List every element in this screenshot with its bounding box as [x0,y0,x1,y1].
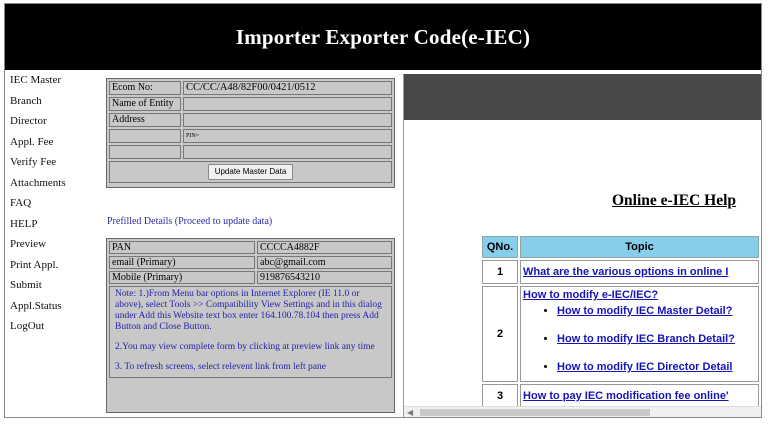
address-spacer-cell [109,145,181,159]
email-label: email (Primary) [109,256,255,269]
prefilled-details-link[interactable]: Prefilled Details (Proceed to update dat… [107,216,272,227]
sidebar-item-logout[interactable]: LogOut [5,316,101,337]
address-spacer-cell [109,129,181,143]
list-item: How to modify IEC Director Detail [557,361,757,373]
list-item: How to modify IEC Master Detail? [557,305,757,317]
sidebar-item-faq[interactable]: FAQ [5,193,101,214]
horizontal-scrollbar[interactable]: ◀ [404,406,761,417]
sidebar-nav: IEC Master Branch Director Appl. Fee Ver… [5,70,101,417]
scroll-left-icon[interactable]: ◀ [407,408,413,417]
table-row: email (Primary) abc@gmail.com [109,256,392,269]
sidebar-item-iec-master[interactable]: IEC Master [5,70,101,91]
row-number: 2 [482,286,519,382]
ecom-value: CC/CC/A48/82F00/0421/0512 [183,81,392,95]
table-header-row: QNo. Topic [482,236,759,258]
notes-cell: Note: 1.)From Menu bar options in Intern… [109,286,392,378]
table-row: Ecom No: CC/CC/A48/82F00/0421/0512 [109,81,392,95]
mobile-label: Mobile (Primary) [109,271,255,284]
page-title: Importer Exporter Code(e-IEC) [235,24,531,49]
sidebar-item-appl-status[interactable]: Appl.Status [5,296,101,317]
email-value: abc@gmail.com [257,256,392,269]
address-label: Address [109,113,181,127]
mobile-value: 919876543210 [257,271,392,284]
table-row: 2 How to modify e-IEC/IEC? How to modify… [482,286,759,382]
row-number: 1 [482,260,519,284]
details-panel: PAN CCCCA4882F email (Primary) abc@gmail… [106,238,395,413]
help-topic-link[interactable]: What are the various options in online I [523,266,728,278]
subtopic-list: How to modify IEC Master Detail? How to … [523,305,757,373]
table-row: 3 How to pay IEC modification fee online… [482,384,759,408]
col-topic: Topic [520,236,759,258]
table-row: Update Master Data [109,161,392,183]
sidebar-item-help[interactable]: HELP [5,214,101,235]
pin-value: PIN= [183,129,392,143]
sidebar-item-director[interactable]: Director [5,111,101,132]
table-row: Name of Entity [109,97,392,111]
list-item: How to modify IEC Branch Detail? [557,333,757,345]
table-row [109,145,392,159]
scrollbar-thumb[interactable] [420,409,650,416]
sidebar-item-attachments[interactable]: Attachments [5,173,101,194]
note-1: Note: 1.)From Menu bar options in Intern… [115,289,382,332]
master-data-table: Ecom No: CC/CC/A48/82F00/0421/0512 Name … [107,79,394,185]
row-number: 3 [482,384,519,408]
subtopic-link[interactable]: How to modify IEC Branch Detail? [557,333,735,345]
ecom-label: Ecom No: [109,81,181,95]
table-row: Note: 1.)From Menu bar options in Intern… [109,286,392,378]
table-row: PAN CCCCA4882F [109,241,392,254]
table-row: Mobile (Primary) 919876543210 [109,271,392,284]
sidebar-item-verify-fee[interactable]: Verify Fee [5,152,101,173]
help-table: QNo. Topic 1 What are the various option… [480,234,761,410]
topic-cell: How to pay IEC modification fee online' [520,384,759,408]
sidebar-item-preview[interactable]: Preview [5,234,101,255]
sidebar-item-appl-fee[interactable]: Appl. Fee [5,132,101,153]
note-3: 3. To refresh screens, select relevent l… [115,362,326,372]
help-topic-link[interactable]: How to pay IEC modification fee online' [523,390,729,402]
subtopic-link[interactable]: How to modify IEC Director Detail [557,361,732,373]
table-row: Address [109,113,392,127]
table-row: PIN= [109,129,392,143]
sidebar-item-print-appl[interactable]: Print Appl. [5,255,101,276]
topic-cell: What are the various options in online I [520,260,759,284]
subtopic-link[interactable]: How to modify IEC Master Detail? [557,305,732,317]
pan-label: PAN [109,241,255,254]
master-data-panel: Ecom No: CC/CC/A48/82F00/0421/0512 Name … [106,78,395,188]
details-table: PAN CCCCA4882F email (Primary) abc@gmail… [107,239,394,380]
entity-label: Name of Entity [109,97,181,111]
page-header: Importer Exporter Code(e-IEC) [5,4,761,70]
sidebar-item-submit[interactable]: Submit [5,275,101,296]
entity-value [183,97,392,111]
help-top-bar [404,74,761,120]
note-2: 2.You may view complete form by clicking… [115,342,375,352]
help-frame: Online e-IEC Help QNo. Topic 1 What are … [403,74,761,417]
pan-value: CCCCA4882F [257,241,392,254]
update-button-cell: Update Master Data [109,161,392,183]
browser-frame: Importer Exporter Code(e-IEC) IEC Master… [4,3,762,418]
help-title: Online e-IEC Help [612,192,737,209]
address-line-1 [183,113,392,127]
sidebar-item-branch[interactable]: Branch [5,91,101,112]
table-row: 1 What are the various options in online… [482,260,759,284]
topic-cell: How to modify e-IEC/IEC? How to modify I… [520,286,759,382]
notes-block: Note: 1.)From Menu bar options in Intern… [112,287,389,377]
update-master-data-button[interactable]: Update Master Data [207,164,294,180]
col-qno: QNo. [482,236,519,258]
address-line-3 [183,145,392,159]
help-topic-link[interactable]: How to modify e-IEC/IEC? [523,289,658,301]
